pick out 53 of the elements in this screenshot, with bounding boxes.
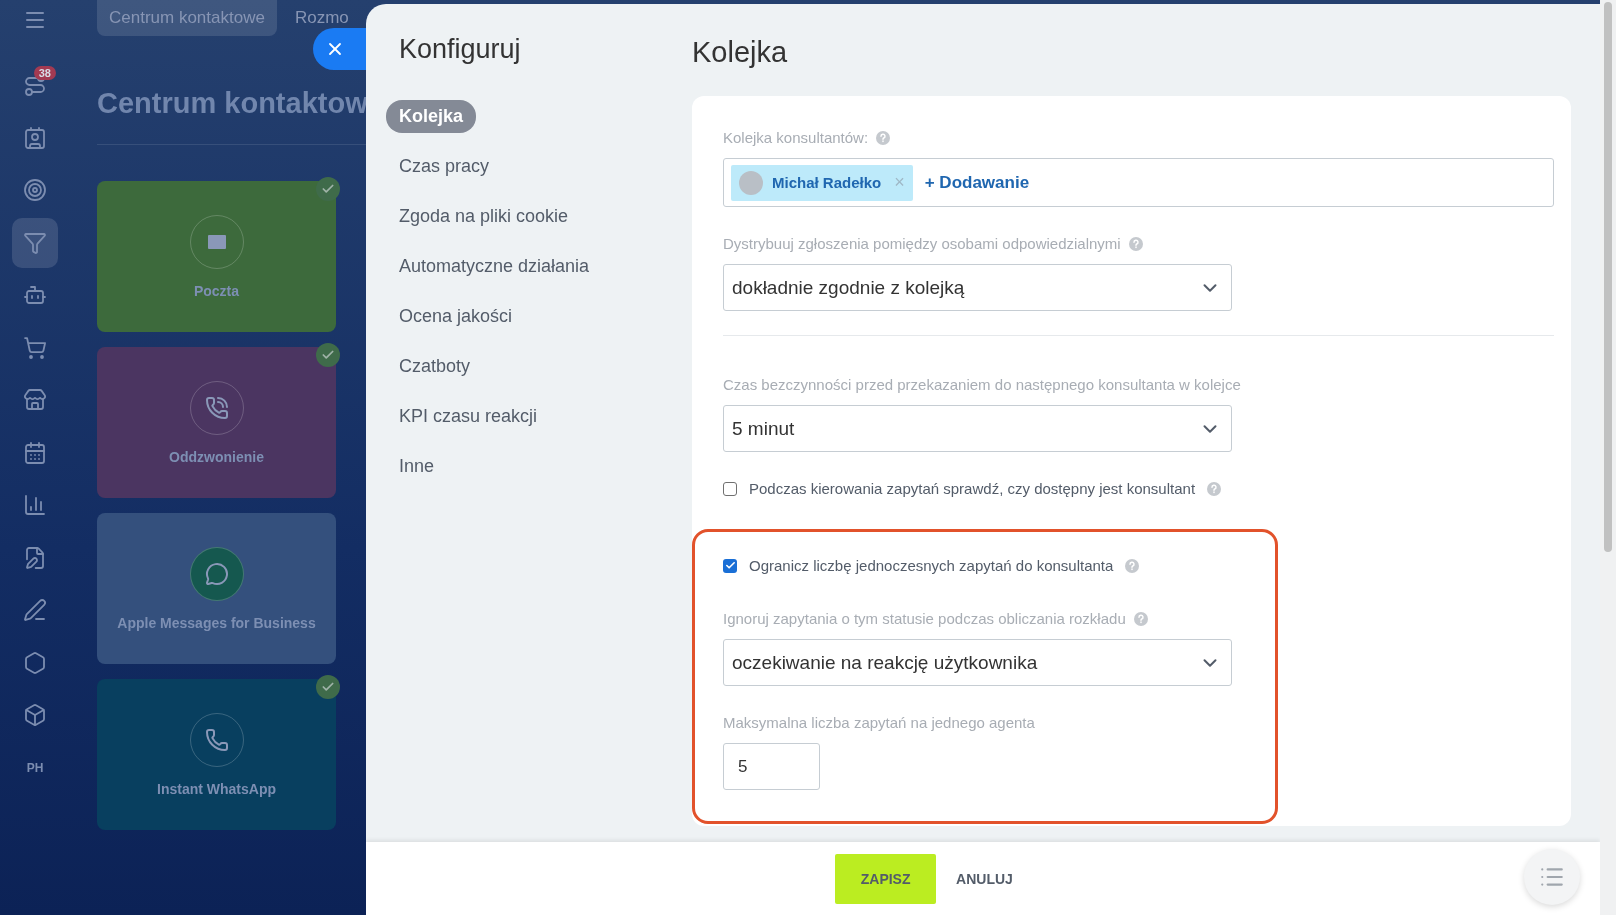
nav-item[interactable]: Inne <box>386 450 448 483</box>
field-label: Ignoruj zapytania o tym statusie podczas obliczania rozkładu <box>723 610 1126 627</box>
pen-icon <box>23 598 47 622</box>
checkbox-label: Podczas kierowania zapytań sprawdź, czy dostępny jest konsultant <box>749 480 1196 497</box>
checkbox[interactable] <box>723 481 737 496</box>
bar-chart-icon <box>23 493 47 517</box>
cancel-button[interactable]: ANULUJ <box>942 870 1027 887</box>
sidebar-button[interactable]: 38 <box>12 60 58 110</box>
field-label: Kolejka konsultantów: <box>723 129 869 146</box>
number-input[interactable]: 5 <box>723 743 820 790</box>
contact-card-icon <box>23 125 47 150</box>
channel-name: Oddzwonienie <box>169 448 264 465</box>
hexagon-icon <box>23 650 47 675</box>
nav-item[interactable]: Czas pracy <box>386 150 503 183</box>
sidebar-button[interactable] <box>12 217 58 268</box>
cart-icon <box>23 335 47 360</box>
nav-item[interactable]: KPI czasu reakcji <box>386 400 551 433</box>
dropdown-select[interactable]: dokładnie zgodnie z kolejką <box>723 264 1232 311</box>
field-label: Dystrybuuj zgłoszenia pomiędzy osobami odpowiedzialnymi <box>723 235 1121 252</box>
nav-item[interactable]: Automatyczne działania <box>386 250 603 283</box>
store-icon <box>23 388 47 412</box>
box-icon <box>23 703 47 727</box>
document-edit-icon <box>23 545 47 570</box>
filter-icon <box>23 230 47 255</box>
calendar-icon <box>23 440 47 465</box>
channel-name: Poczta <box>193 282 240 299</box>
panel-title: Konfiguruj <box>399 34 522 65</box>
user-tag[interactable]: Michał Radełko × <box>731 164 913 201</box>
dropdown-select[interactable]: oczekiwanie na reakcję użytkownika <box>723 639 1232 686</box>
add-link[interactable]: + Dodawanie <box>924 172 1030 193</box>
scrollbar[interactable] <box>1600 0 1616 915</box>
tag-input-field[interactable]: Michał Radełko × + Dodawanie <box>723 158 1554 207</box>
checkbox-label: Ogranicz liczbę jednoczesnych zapytań do konsultanta <box>749 557 1114 574</box>
channel-name: Apple Messages for Business <box>117 614 316 631</box>
sidebar-button[interactable]: PH <box>12 742 58 793</box>
count-badge: 38 <box>33 66 56 80</box>
field-label: Maksymalna liczba zapytań na jednego agenta <box>723 714 1035 731</box>
nav-item[interactable]: Czatboty <box>386 350 484 383</box>
section-title: Kolejka <box>692 36 789 69</box>
robot-icon <box>23 283 47 307</box>
nav-item[interactable]: Zgoda na pliki cookie <box>386 200 582 233</box>
user-name: Michał Radełko <box>772 174 882 191</box>
field-label: Czas bezczynności przed przekazaniem do następnego konsultanta w kolejce <box>723 376 1241 393</box>
avatar <box>739 170 763 195</box>
channel-name: Instant WhatsApp <box>157 780 276 797</box>
checkbox[interactable] <box>723 558 737 573</box>
save-button[interactable]: ZAPISZ <box>835 853 937 904</box>
nav-item[interactable]: Ocena jakości <box>386 300 526 333</box>
nav-item[interactable]: Kolejka <box>386 100 477 133</box>
close-button[interactable] <box>313 28 366 70</box>
dropdown-select[interactable]: 5 minut <box>723 405 1232 452</box>
tab[interactable]: Rozmo <box>294 0 349 28</box>
target-icon <box>23 178 47 202</box>
